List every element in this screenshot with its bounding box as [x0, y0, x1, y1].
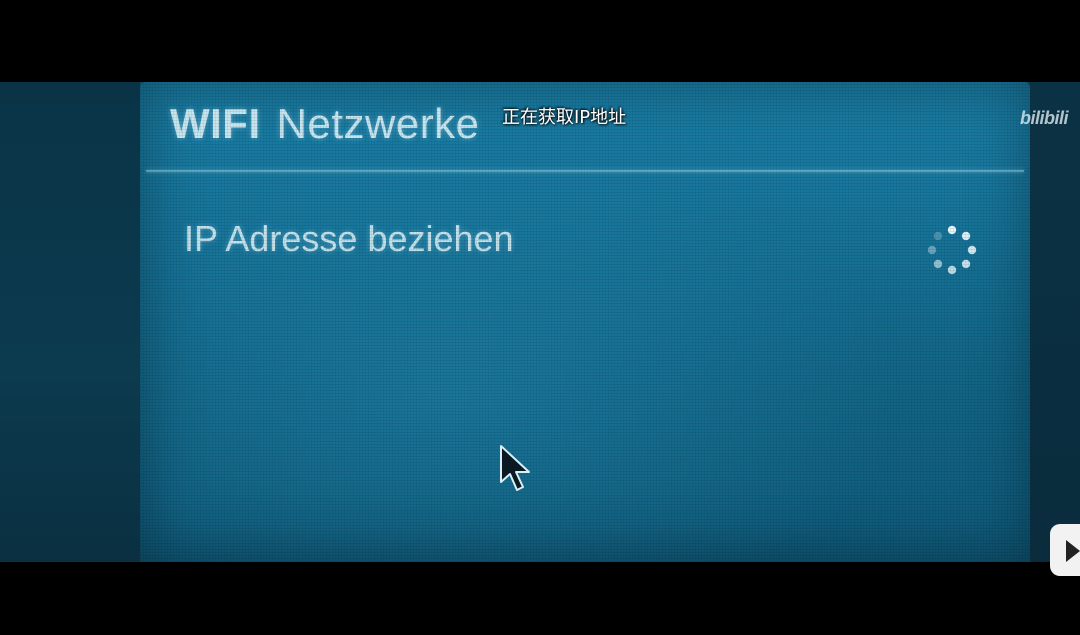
screen-background-right — [1030, 82, 1080, 562]
letterbox-top — [0, 0, 1080, 82]
wifi-networks-panel: WIFI Netzwerke IP Adresse beziehen — [140, 82, 1030, 562]
screen-background-left — [0, 82, 140, 562]
video-frame: WIFI Netzwerke IP Adresse beziehen 正在获取I… — [0, 0, 1080, 635]
header-divider — [146, 170, 1024, 172]
subtitle-caption: 正在获取IP地址 — [502, 107, 627, 128]
play-icon — [1066, 540, 1080, 562]
ip-status-label: IP Adresse beziehen — [184, 218, 514, 259]
panel-title: WIFI Netzwerke — [170, 92, 480, 156]
letterbox-bottom — [0, 562, 1080, 635]
loading-spinner-icon — [927, 225, 977, 275]
play-button[interactable] — [1050, 524, 1080, 576]
screen-recording: WIFI Netzwerke IP Adresse beziehen — [0, 82, 1080, 562]
panel-title-bold: WIFI — [170, 100, 261, 147]
panel-title-rest: Netzwerke — [276, 100, 480, 147]
bilibili-watermark: bilibili — [1020, 108, 1069, 128]
mouse-pointer-icon — [500, 445, 530, 491]
ip-status-item[interactable]: IP Adresse beziehen — [146, 202, 1024, 282]
